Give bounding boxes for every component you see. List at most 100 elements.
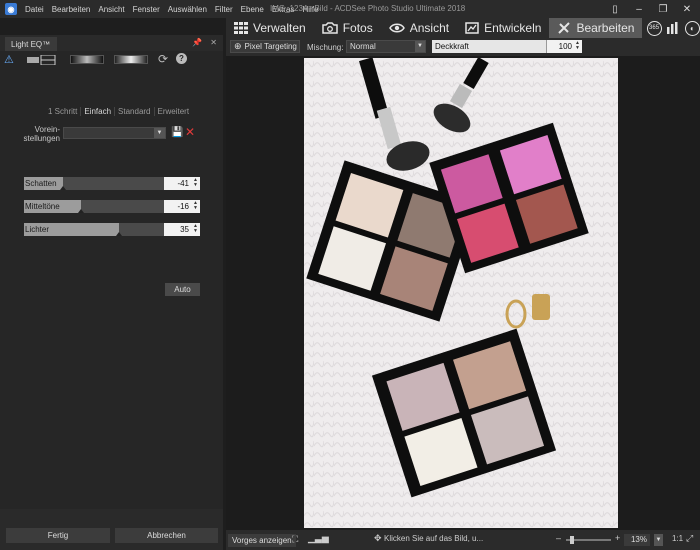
menu-datei[interactable]: Datei — [21, 5, 48, 14]
slider-label: Mitteltöne — [25, 202, 60, 211]
gradient-dark-swatch[interactable] — [70, 55, 104, 64]
done-button[interactable]: Fertig — [6, 528, 110, 543]
menu-ebene[interactable]: Ebene — [237, 5, 268, 14]
bar-chart-icon — [667, 22, 678, 34]
restore-button[interactable]: ❐ — [654, 2, 672, 16]
menu-ansicht[interactable]: Ansicht — [94, 5, 128, 14]
minimize-button[interactable]: – — [630, 2, 648, 16]
slider-label: Lichter — [25, 225, 50, 234]
opacity-label: Deckkraft — [435, 42, 469, 51]
edit-toolbar: ⊕ Pixel Targeting Mischung: Normal ▼ Dec… — [226, 38, 700, 56]
mode-view-label: Ansicht — [409, 21, 450, 35]
slider-track[interactable]: Mitteltöne — [24, 200, 164, 213]
opacity-value[interactable]: 100 ▲ ▼ — [546, 40, 582, 53]
mode-photos[interactable]: Fotos — [314, 18, 381, 38]
slider-track[interactable]: Lichter — [24, 223, 164, 236]
save-icon[interactable]: 💾 — [171, 127, 183, 138]
ultimate-icon: ◐ — [684, 20, 700, 36]
zoom-in-icon[interactable]: + — [615, 533, 620, 543]
window-controls: ▯ – ❐ ✕ — [606, 2, 696, 16]
expand-icon[interactable]: ⤢ — [686, 533, 693, 544]
menu-bearbeiten[interactable]: Bearbeiten — [48, 5, 95, 14]
hand-cursor-icon: ✥ — [374, 533, 382, 543]
dashboard-button[interactable] — [666, 19, 681, 37]
histogram-icon[interactable]: ▁▃▅ — [308, 533, 329, 544]
blend-mode-dropdown[interactable]: Normal ▼ — [346, 40, 426, 53]
mode-develop-label: Entwickeln — [484, 21, 542, 35]
mask-icon[interactable] — [27, 55, 57, 65]
zoom-actual-size[interactable]: 1:1 — [672, 534, 683, 543]
acdsee-365-icon: 365 — [646, 20, 662, 36]
zoom-dropdown-icon[interactable]: ▼ — [654, 534, 663, 546]
menu-fenster[interactable]: Fenster — [129, 5, 164, 14]
cancel-button[interactable]: Abbrechen — [115, 528, 218, 543]
mode-edit-label: Bearbeiten — [576, 21, 635, 35]
spinner-icon[interactable]: ▲ ▼ — [575, 41, 580, 51]
warning-icon[interactable]: ⚠ — [4, 53, 14, 66]
close-button[interactable]: ✕ — [678, 2, 696, 16]
slider-value-text: 35 — [180, 225, 189, 234]
slider-thumb[interactable] — [78, 209, 85, 213]
menu-auswhlen[interactable]: Auswählen — [164, 5, 211, 14]
presets-label-line2: stellungen — [23, 134, 60, 143]
auto-button[interactable]: Auto — [165, 283, 200, 296]
panel-body: 1 Schritt Einfach Standard Erweitert Vorein… — [0, 69, 223, 509]
camera-icon — [321, 22, 338, 34]
presets-dropdown[interactable]: ▼ — [63, 127, 166, 139]
pixel-targeting-label: Pixel Targeting — [244, 42, 297, 51]
panel-tab[interactable]: Light EQ™ — [5, 37, 57, 51]
blend-mode-value: Normal — [350, 42, 376, 51]
reset-icon[interactable]: ⟳ — [158, 52, 168, 66]
slider-value[interactable]: 35 ▲ ▼ — [164, 223, 200, 236]
slider-value[interactable]: -16 ▲ ▼ — [164, 200, 200, 213]
ultimate-button[interactable]: ◐ — [684, 19, 700, 37]
chevron-down-icon: ▼ — [415, 41, 425, 52]
light-eq-mode-tabs: 1 Schritt Einfach Standard Erweitert — [45, 107, 192, 116]
pin-icon[interactable]: 📌 — [192, 38, 202, 47]
pixel-targeting-button[interactable]: ⊕ Pixel Targeting — [230, 40, 300, 53]
mode-manage[interactable]: Verwalten — [226, 18, 314, 38]
mode-develop[interactable]: Entwickeln — [457, 18, 549, 38]
slider-thumb[interactable] — [60, 186, 67, 190]
slider-value-text: -41 — [177, 179, 189, 188]
menu-filter[interactable]: Filter — [211, 5, 237, 14]
spinner-icon[interactable]: ▲ ▼ — [193, 201, 198, 211]
layout-icon[interactable]: ▯ — [606, 2, 624, 16]
zoom-value[interactable]: 13% — [624, 534, 650, 546]
slider-thumb[interactable] — [115, 232, 122, 236]
photo[interactable] — [304, 58, 618, 528]
light-eq-tab-1[interactable]: Einfach — [81, 107, 116, 116]
gradient-light-swatch[interactable] — [114, 55, 148, 64]
help-icon[interactable]: ? — [176, 53, 187, 64]
light-eq-tab-0[interactable]: 1 Schritt — [45, 107, 82, 116]
zoom-out-icon[interactable]: – — [556, 533, 561, 543]
eye-icon — [388, 23, 405, 33]
mode-edit[interactable]: Bearbeiten — [549, 18, 643, 38]
opacity-slider[interactable]: Deckkraft 100 ▲ ▼ — [432, 40, 582, 53]
zoom-slider-thumb[interactable] — [570, 536, 574, 544]
light-eq-tab-2[interactable]: Standard — [115, 107, 155, 116]
light-eq-tab-3[interactable]: Erweitert — [155, 107, 193, 116]
app-icon[interactable]: ◉ — [5, 3, 17, 15]
status-bar: Vorges anzeigen ⛶ ▁▃▅ ✥ Klicken Sie auf … — [226, 530, 700, 550]
spinner-icon[interactable]: ▲ ▼ — [193, 178, 198, 188]
slider-lichter[interactable]: Lichter 35 ▲ ▼ — [24, 223, 200, 236]
panel-toolbar: ⚠ ⟳ ? — [0, 51, 223, 69]
slider-schatten[interactable]: Schatten -41 ▲ ▼ — [24, 177, 200, 190]
image-canvas[interactable] — [226, 56, 700, 530]
window-title: IMG_1234 - Bild - ACDSee Photo Studio Ul… — [270, 4, 466, 13]
acdsee-365-button[interactable]: 365 — [646, 19, 662, 37]
mode-view[interactable]: Ansicht — [381, 18, 457, 38]
light-eq-panel: Light EQ™ 📌 ✕ ⚠ ⟳ ? 1 Schritt Einfach Stan… — [0, 35, 223, 550]
panel-close-icon[interactable]: ✕ — [210, 38, 217, 47]
slider-value[interactable]: -41 ▲ ▼ — [164, 177, 200, 190]
spinner-icon[interactable]: ▲ ▼ — [193, 224, 198, 234]
slider-mitteltne[interactable]: Mitteltöne -16 ▲ ▼ — [24, 200, 200, 213]
slider-label: Schatten — [25, 179, 57, 188]
show-original-button[interactable]: Vorges anzeigen — [228, 534, 296, 547]
slider-track[interactable]: Schatten — [24, 177, 164, 190]
panel-tab-controls: 📌 ✕ — [192, 38, 217, 47]
zoom-slider[interactable] — [566, 536, 611, 544]
fullscreen-icon[interactable]: ⛶ — [292, 534, 298, 545]
delete-icon[interactable]: ✕ — [185, 125, 195, 139]
